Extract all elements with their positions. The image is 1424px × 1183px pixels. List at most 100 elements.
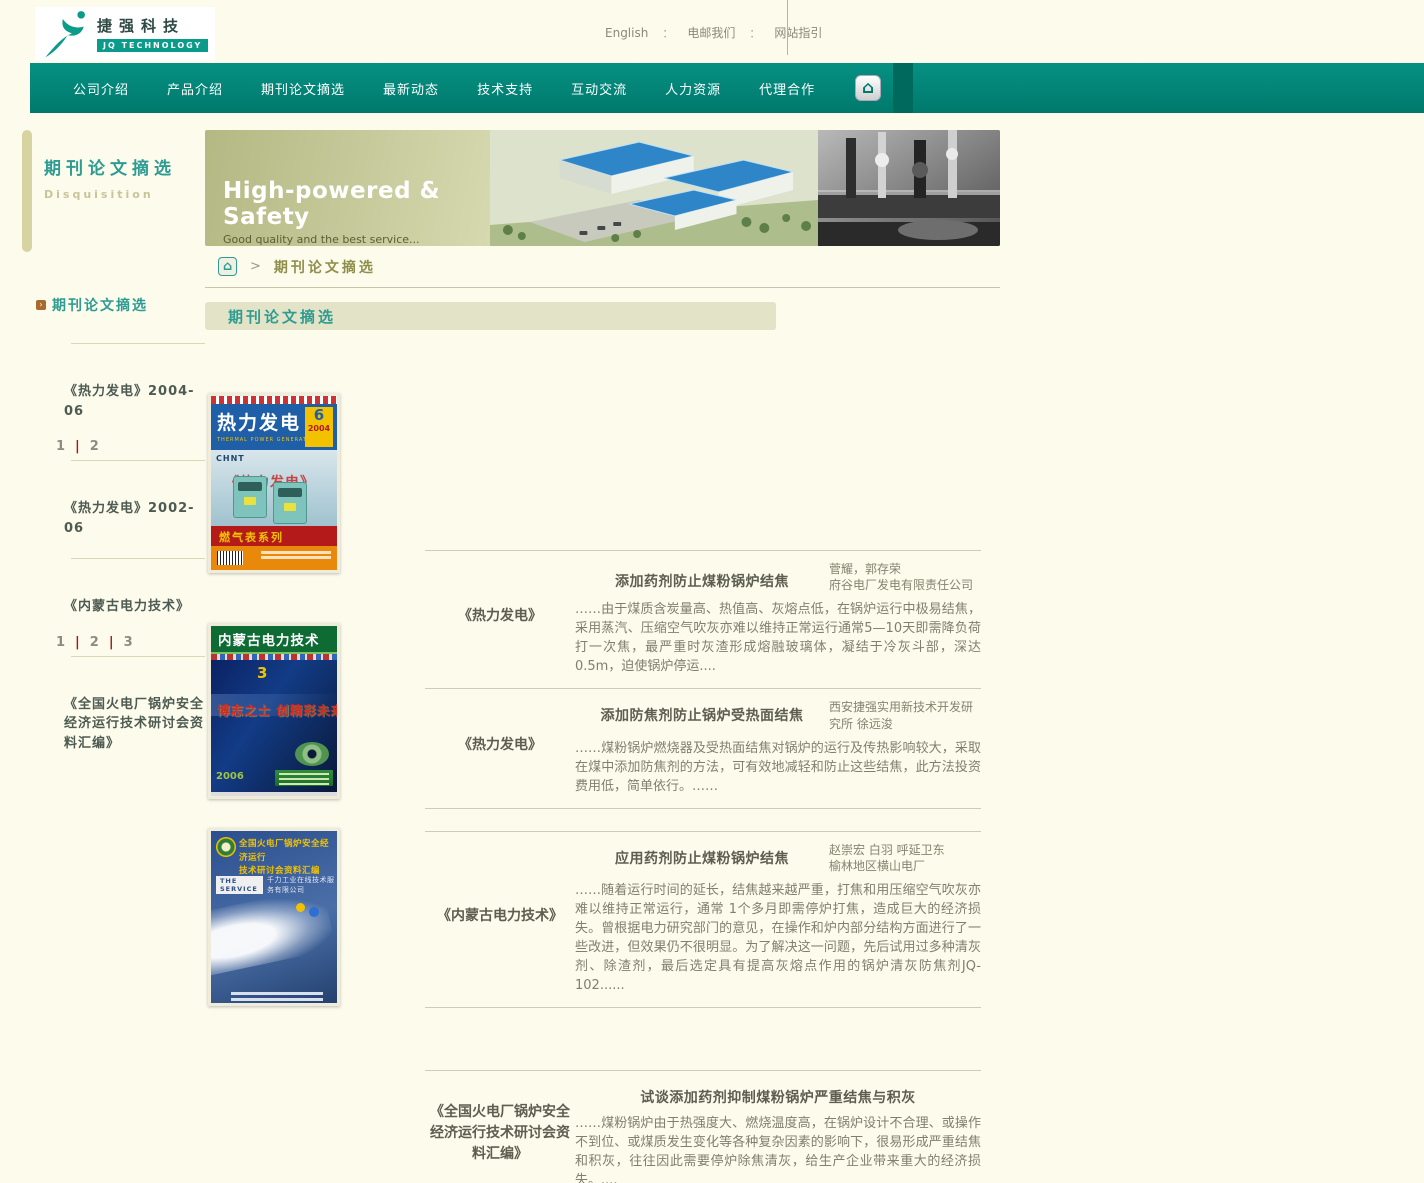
article-authors: 赵崇宏 白羽 呼延卫东 榆林地区横山电厂	[829, 838, 981, 874]
link-site-guide[interactable]: 网站指引	[774, 24, 822, 41]
sidebar-accent-bar	[22, 130, 32, 252]
author-line: 府谷电厂发电有限责任公司	[829, 577, 981, 593]
header-utility-links: English ： 电邮我们 ： 网站指引	[605, 24, 822, 41]
entry-body: 应用药剂防止煤粉锅炉结焦 赵崇宏 白羽 呼延卫东 榆林地区横山电厂 ……随着运行…	[575, 838, 981, 995]
article-title[interactable]: 添加防焦剂防止锅炉受热面结焦	[575, 695, 829, 731]
nav-seam-decoration	[893, 63, 913, 113]
worker-helmet-yellow	[296, 903, 305, 912]
entries-column: 《热力发电》 添加药剂防止煤粉锅炉结焦 菅耀，郭存荣 府谷电厂发电有限责任公司 …	[425, 550, 981, 1183]
link-english[interactable]: English	[605, 26, 648, 40]
logo-en-text: JQ TECHNOLOGY	[97, 39, 208, 52]
entry-head: 试谈添加药剂抑制煤粉锅炉严重结焦与积灰	[575, 1077, 981, 1107]
sidebar-subtitle: Disquisition	[44, 188, 205, 201]
sidebar-page-links: 1 | 2	[56, 439, 205, 454]
sidebar-divider	[71, 558, 205, 559]
link-separator: ：	[662, 25, 673, 41]
nav-item-agency[interactable]: 代理合作	[759, 79, 815, 98]
nav-item-tech-support[interactable]: 技术支持	[477, 79, 533, 98]
article-abstract: ……煤粉锅炉燃烧器及受热面结焦对锅炉的运行及传热影响较大，采取在煤中添加防焦剂的…	[575, 739, 981, 796]
cover-footer-bars	[275, 770, 333, 786]
breadcrumb: ⌂ > 期刊论文摘选	[205, 246, 1000, 288]
nav-item-hr[interactable]: 人力资源	[665, 79, 721, 98]
banner-headline: High-powered & Safety	[223, 178, 490, 230]
cover-masthead: 热力发电 THERMAL POWER GENERATION 6 2004	[211, 404, 337, 450]
cover-brand-logo: CHNT	[216, 454, 245, 463]
content-area: 期刊论文摘选 Disquisition › 期刊论文摘选 《热力发电》2004-…	[22, 130, 1000, 1183]
company-logo[interactable]: 捷强科技 JQ TECHNOLOGY	[35, 7, 215, 60]
service-label: THE SERVICE	[216, 876, 263, 894]
journal-name: 《热力发电》	[425, 557, 575, 676]
sidebar-journal-link[interactable]: 《全国火电厂锅炉安全经济运行技术研讨会资料汇编》	[64, 695, 204, 754]
article-title[interactable]: 应用药剂防止煤粉锅炉结焦	[575, 838, 829, 874]
sidebar-item-disquisition[interactable]: › 期刊论文摘选	[36, 295, 205, 315]
link-separator: ：	[749, 25, 760, 41]
nav-item-disquisition[interactable]: 期刊论文摘选	[261, 79, 345, 98]
nav-item-interaction[interactable]: 互动交流	[571, 79, 627, 98]
breadcrumb-separator: >	[250, 259, 261, 274]
article-title[interactable]: 添加药剂防止煤粉锅炉结焦	[575, 557, 829, 593]
author-line: 菅耀，郭存荣	[829, 561, 981, 577]
banner-pipes-image	[818, 130, 1000, 246]
cover-issue-number: 3	[257, 664, 267, 682]
nav-item-news[interactable]: 最新动态	[383, 79, 439, 98]
journal-name: 《内蒙古电力技术》	[425, 838, 575, 995]
page-link-3[interactable]: 3	[124, 635, 133, 650]
banner-subline: Good quality and the best service...	[223, 233, 490, 246]
link-email-us[interactable]: 电邮我们	[687, 24, 735, 41]
sidebar-journal-link[interactable]: 《内蒙古电力技术》	[64, 597, 205, 617]
page-banner: High-powered & Safety Good quality and t…	[205, 130, 1000, 246]
page-separator: |	[75, 635, 80, 650]
cover-bottom-text-lines	[231, 992, 323, 995]
nav-item-company[interactable]: 公司介绍	[73, 79, 129, 98]
page-link-1[interactable]: 1	[56, 635, 65, 650]
breadcrumb-home-icon[interactable]: ⌂	[218, 257, 237, 276]
sidebar-group-nmg: 《内蒙古电力技术》 1 | 2 | 3	[36, 597, 205, 650]
breadcrumb-current[interactable]: 期刊论文摘选	[274, 257, 376, 277]
cover-series-band: 燃气表系列	[211, 526, 337, 546]
article-abstract: ……煤粉锅炉由于热强度大、燃烧温度高，在锅炉设计不合理、或操作不到位、或煤质发生…	[575, 1114, 981, 1183]
page-header: 捷强科技 JQ TECHNOLOGY English ： 电邮我们 ： 网站指引	[0, 0, 1424, 63]
spacer	[425, 1008, 981, 1070]
arrow-bullet-icon: ›	[36, 300, 46, 310]
journal-cover-neimenggu: 内蒙古电力技术 3 博志之士 创精彩未来 2006	[208, 623, 340, 799]
article-entry-3: 《内蒙古电力技术》 应用药剂防止煤粉锅炉结焦 赵崇宏 白羽 呼延卫东 榆林地区横…	[425, 831, 981, 1008]
journal-name: 《全国火电厂锅炉安全经济运行技术研讨会资料汇编》	[425, 1077, 575, 1183]
article-entry-1: 《热力发电》 添加药剂防止煤粉锅炉结焦 菅耀，郭存荣 府谷电厂发电有限责任公司 …	[425, 550, 981, 688]
steam-plume-illustration	[208, 886, 336, 980]
article-entry-4: 《全国火电厂锅炉安全经济运行技术研讨会资料汇编》 试谈添加药剂抑制煤粉锅炉严重结…	[425, 1070, 981, 1183]
journal-cover-proceedings: 全国火电厂锅炉安全经济运行 技术研讨会资料汇编 THE SERVICE 千力工业…	[208, 828, 340, 1006]
sidebar-item-label: 期刊论文摘选	[52, 295, 148, 315]
entry-head: 添加药剂防止煤粉锅炉结焦 菅耀，郭存荣 府谷电厂发电有限责任公司	[575, 557, 981, 593]
cover-footer-strip	[211, 546, 337, 570]
sidebar-journal-link[interactable]: 《热力发电》2002-06	[64, 499, 205, 538]
sidebar: 期刊论文摘选 Disquisition › 期刊论文摘选 《热力发电》2004-…	[22, 130, 205, 1183]
entry-body: 试谈添加药剂抑制煤粉锅炉严重结焦与积灰 ……煤粉锅炉由于热强度大、燃烧温度高，在…	[575, 1077, 981, 1183]
banner-factory-image	[490, 130, 818, 246]
article-entry-2: 《热力发电》 添加防焦剂防止锅炉受热面结焦 西安捷强实用新技术开发研究所 徐远浚…	[425, 688, 981, 808]
entry-head: 添加防焦剂防止锅炉受热面结焦 西安捷强实用新技术开发研究所 徐远浚	[575, 695, 981, 731]
page-separator: |	[75, 439, 80, 454]
emblem-icon	[216, 837, 236, 857]
page-link-2[interactable]: 2	[90, 635, 99, 650]
home-icon[interactable]: ⌂	[855, 75, 881, 101]
sidebar-divider	[71, 656, 205, 657]
cover-issue-year: 2004	[305, 424, 333, 433]
cover-year: 2006	[216, 771, 244, 782]
spacer	[425, 809, 981, 831]
page-link-1[interactable]: 1	[56, 439, 65, 454]
nav-item-products[interactable]: 产品介绍	[167, 79, 223, 98]
sidebar-group-huibian: 《全国火电厂锅炉安全经济运行技术研讨会资料汇编》	[36, 695, 205, 754]
cd-illustration	[295, 742, 329, 766]
cover-title-line1: 全国火电厂锅炉安全经济运行	[239, 838, 337, 865]
article-authors: 菅耀，郭存荣 府谷电厂发电有限责任公司	[829, 557, 981, 593]
cover-slogan: 博志之士 创精彩未来	[217, 700, 340, 719]
section-title: 期刊论文摘选	[228, 306, 336, 327]
gas-meter-illustration	[233, 476, 267, 518]
page-separator: |	[109, 635, 114, 650]
sidebar-page-links: 1 | 2 | 3	[56, 635, 205, 650]
section-header-bar: 期刊论文摘选	[205, 302, 776, 330]
sidebar-journal-link[interactable]: 《热力发电》2004-06	[64, 382, 205, 421]
article-title[interactable]: 试谈添加药剂抑制煤粉锅炉严重结焦与积灰	[575, 1077, 981, 1107]
page-link-2[interactable]: 2	[90, 439, 99, 454]
cover-photo-area: CHNT 《热力发电》	[211, 450, 337, 526]
